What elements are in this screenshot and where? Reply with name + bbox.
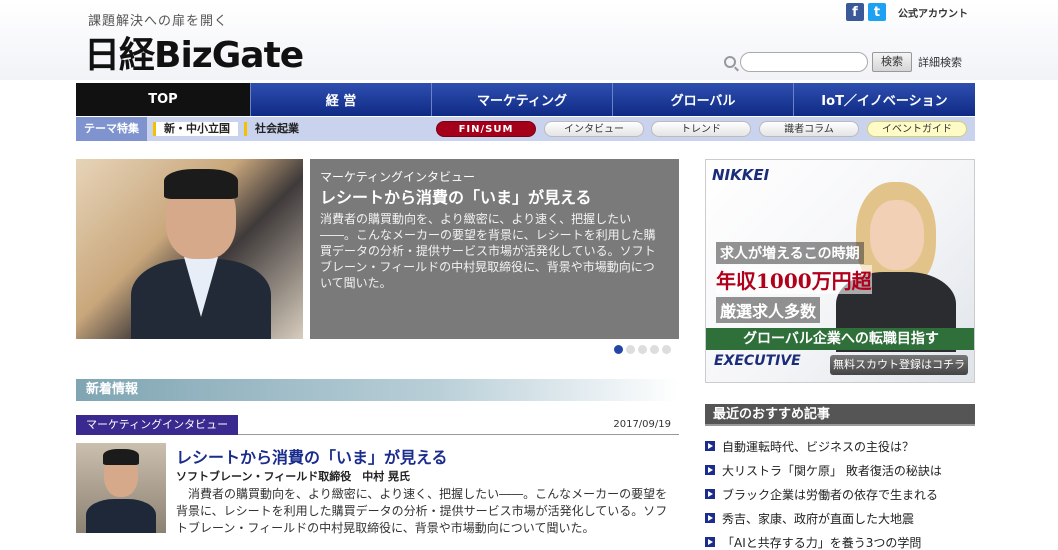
arrow-right-icon (705, 537, 715, 547)
recruitment-ad[interactable]: NIKKEI 求人が増えるこの時期 年収1000万円超 厳選求人多数 グローバル… (705, 159, 975, 383)
recommended-link[interactable]: ブラック企業は労働者の依存で生まれる (722, 486, 938, 503)
recommended-link[interactable]: 自動運転時代、ビジネスの主役は？ (722, 438, 914, 455)
advanced-search-link[interactable]: 詳細検索 (918, 54, 962, 70)
ad-line: 求人が増えるこの時期 (716, 242, 864, 264)
arrow-right-icon (705, 513, 715, 523)
official-account-link[interactable]: 公式アカウント (898, 5, 968, 20)
nav-top[interactable]: TOP (76, 83, 251, 116)
finsum-pill[interactable]: FIN/SUM (436, 121, 536, 137)
hero-body: 消費者の購買動向を、より緻密に、より速く、把握したい――。こんなメーカーの要望を… (320, 212, 656, 290)
nav-iot-innovation[interactable]: IoT／イノベーション (794, 83, 975, 116)
hero-caption[interactable]: マーケティングインタビュー レシートから消費の「いま」が見える 消費者の購買動向… (310, 159, 679, 339)
arrow-right-icon (705, 441, 715, 451)
theme-item-sme[interactable]: 新・中小立国 (153, 122, 238, 136)
news-heading: 新着情報 (76, 379, 679, 401)
theme-item-social-enterprise[interactable]: 社会起業 (244, 122, 307, 136)
site-logo[interactable]: 日経BizGate (84, 26, 304, 78)
trend-pill[interactable]: トレンド (651, 121, 751, 137)
news-category-row: マーケティングインタビュー 2017/09/19 (76, 415, 679, 435)
hero-kicker: マーケティングインタビュー (320, 170, 476, 184)
ad-line: 厳選求人多数 (716, 297, 821, 323)
column-pill[interactable]: 識者コラム (759, 121, 859, 137)
page: 課題解決への扉を開く 日経BizGate f t 公式アカウント 検索 詳細検索… (0, 0, 1058, 550)
nav-management[interactable]: 経 営 (251, 83, 432, 116)
hero-photo[interactable] (76, 159, 303, 339)
facebook-icon[interactable]: f (846, 3, 864, 21)
search-input[interactable] (740, 52, 868, 72)
nav-global[interactable]: グローバル (613, 83, 794, 116)
article-author: ソフトブレーン・フィールド取締役 中村 晃氏 (176, 470, 411, 483)
twitter-icon[interactable]: t (868, 3, 886, 21)
search-button[interactable]: 検索 (872, 52, 912, 72)
ad-executive-logo: EXECUTIVE (714, 353, 801, 369)
article-body: 消費者の購買動向を、より緻密に、より速く、把握したい――。こんなメーカーの要望を… (176, 487, 668, 535)
article-thumbnail[interactable] (76, 443, 166, 533)
list-item[interactable]: 自動運転時代、ビジネスの主役は？ (705, 434, 975, 458)
slider-dot[interactable] (614, 345, 623, 354)
recommended-list: 自動運転時代、ビジネスの主役は？ 大リストラ「関ケ原」 敗者復活の秘訣は ブラッ… (705, 434, 975, 550)
recommended-link[interactable]: 秀吉、家康、政府が直面した大地震 (722, 510, 914, 527)
search-icon (724, 56, 736, 68)
event-guide-pill[interactable]: イベントガイド (867, 121, 967, 137)
slider-dots (614, 345, 671, 354)
nav-marketing[interactable]: マーケティング (432, 83, 613, 116)
ad-cta-button[interactable]: 無料スカウト登録はコチラ (830, 355, 968, 375)
arrow-right-icon (705, 465, 715, 475)
slider-dot[interactable] (662, 345, 671, 354)
interview-pill[interactable]: インタビュー (544, 121, 644, 137)
social-links: f t 公式アカウント (846, 3, 968, 21)
slider-dot[interactable] (626, 345, 635, 354)
list-item[interactable]: 大リストラ「関ケ原」 敗者復活の秘訣は (705, 458, 975, 482)
recommended-link[interactable]: 大リストラ「関ケ原」 敗者復活の秘訣は (722, 462, 942, 479)
arrow-right-icon (705, 489, 715, 499)
list-item[interactable]: 秀吉、家康、政府が直面した大地震 (705, 506, 975, 530)
slider-dot[interactable] (650, 345, 659, 354)
ad-banner: グローバル企業への転職目指す (706, 328, 974, 350)
list-item[interactable]: ブラック企業は労働者の依存で生まれる (705, 482, 975, 506)
ad-brand: NIKKEI (712, 166, 770, 184)
search-bar: 検索 詳細検索 (724, 52, 962, 72)
category-tag[interactable]: マーケティングインタビュー (76, 415, 239, 435)
article-title[interactable]: レシートから消費の「いま」が見える (176, 444, 448, 468)
slider-dot[interactable] (638, 345, 647, 354)
theme-label: テーマ特集 (76, 117, 147, 141)
recommended-link[interactable]: 「AIと共存する力」を養う3つの学問 (722, 534, 921, 550)
main-nav: TOP 経 営 マーケティング グローバル IoT／イノベーション (76, 83, 975, 116)
list-item[interactable]: 「AIと共存する力」を養う3つの学問 (705, 530, 975, 550)
recommended-heading: 最近のおすすめ記事 (705, 404, 975, 426)
article-date: 2017/09/19 (613, 419, 671, 430)
hero-title[interactable]: レシートから消費の「いま」が見える (320, 184, 592, 208)
ad-headline: 年収1000万円超 (716, 265, 872, 294)
